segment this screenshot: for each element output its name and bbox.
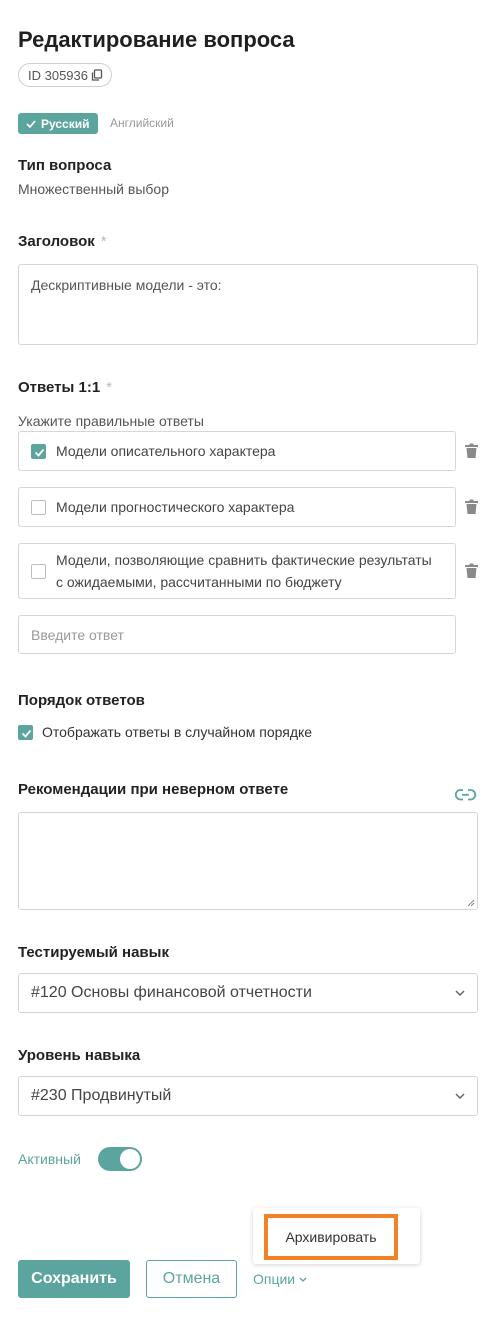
options-menu: Архивировать [253,1208,420,1264]
required-mark: * [100,233,107,250]
link-icon[interactable] [455,788,477,802]
answer-text-line: с ожидаемыми, рассчитанными по бюджету [56,574,342,590]
answer-item[interactable]: Модели описательного характера [18,431,456,471]
question-id-badge[interactable]: ID 305936 [18,63,112,87]
question-type-label: Тип вопроса [18,157,112,174]
answer-checkbox[interactable] [31,443,46,459]
answer-text: Модели описательного характера [56,443,276,459]
answers-hint: Укажите правильные ответы [18,413,204,429]
chevron-down-icon [455,990,465,996]
language-tab-english[interactable]: Английский [110,116,174,130]
copy-icon[interactable] [91,69,103,81]
answer-text-line: Модели, позволяющие сравнить фактические… [56,552,432,568]
language-tab-russian[interactable]: Русский [18,113,98,134]
check-icon [26,119,36,128]
cancel-button[interactable]: Отмена [146,1260,237,1298]
skill-label: Тестируемый навык [18,944,169,961]
skill-value: #120 Основы финансовой отчетности [31,984,312,1001]
heading-label-text: Заголовок [18,233,95,250]
question-type-value: Множественный выбор [18,181,169,197]
toggle-knob [120,1149,140,1169]
options-button[interactable]: Опции [253,1271,307,1287]
level-value: #230 Продвинутый [31,1087,172,1104]
skill-select[interactable]: #120 Основы финансовой отчетности [18,973,478,1013]
resize-handle-icon[interactable] [467,899,475,907]
answer-text: Модели прогностического характера [56,499,295,515]
heading-label: Заголовок * [18,233,107,250]
archive-menu-item[interactable]: Архивировать [264,1214,398,1260]
question-id-label: ID 305936 [28,67,88,83]
trash-icon[interactable] [464,443,479,459]
active-label: Активный [18,1151,81,1167]
save-button[interactable]: Сохранить [18,1260,130,1298]
answer-item[interactable]: Модели, позволяющие сравнить фактические… [18,543,456,599]
answers-label: Ответы 1:1 * [18,379,112,396]
random-order-checkbox[interactable] [18,724,33,740]
recommendations-textarea[interactable] [18,812,478,910]
language-russian-label: Русский [41,116,90,131]
heading-textarea[interactable]: Дескриптивные модели - это: [18,264,478,345]
random-order-label: Отображать ответы в случайном порядке [42,724,313,740]
answer-text: Модели, позволяющие сравнить фактические… [56,549,432,593]
answer-checkbox[interactable] [31,499,46,515]
answers-label-text: Ответы 1:1 [18,379,101,396]
page-title: Редактирование вопроса [18,27,295,52]
chevron-down-icon [299,1277,307,1282]
answer-checkbox[interactable] [31,563,46,579]
random-order-option[interactable]: Отображать ответы в случайном порядке [18,724,312,740]
trash-icon[interactable] [464,499,479,515]
order-label: Порядок ответов [18,692,145,709]
recommendations-label: Рекомендации при неверном ответе [18,781,289,798]
required-mark: * [106,379,113,396]
heading-text: Дескриптивные модели - это: [31,277,222,293]
answer-item[interactable]: Модели прогностического характера [18,487,456,527]
options-label: Опции [253,1271,296,1287]
trash-icon[interactable] [464,563,479,579]
active-toggle[interactable] [98,1147,142,1171]
new-answer-input[interactable]: Введите ответ [18,615,456,654]
new-answer-placeholder: Введите ответ [31,626,124,643]
level-select[interactable]: #230 Продвинутый [18,1076,478,1116]
level-label: Уровень навыка [18,1047,141,1064]
chevron-down-icon [455,1093,465,1099]
